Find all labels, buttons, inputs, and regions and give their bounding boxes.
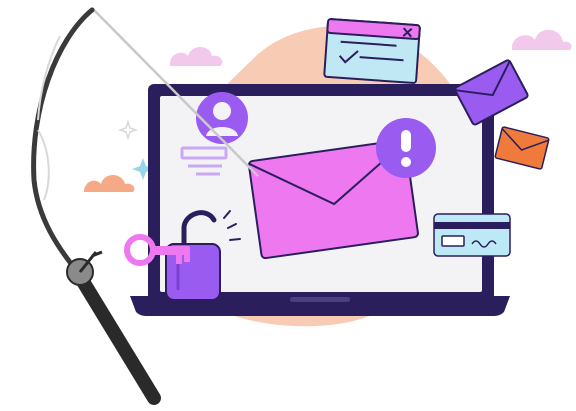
browser-window-icon bbox=[323, 18, 421, 84]
cloud-icon bbox=[84, 175, 135, 192]
user-avatar-icon bbox=[196, 92, 248, 144]
phishing-illustration bbox=[0, 0, 576, 411]
phishing-scene-svg bbox=[31, 7, 572, 405]
cloud-icon bbox=[512, 29, 572, 50]
cloud-icon bbox=[170, 47, 223, 66]
envelope-icon bbox=[494, 126, 550, 170]
fishing-rod-icon bbox=[31, 7, 161, 405]
credit-card-icon bbox=[433, 213, 511, 257]
sparkle-icon bbox=[117, 119, 139, 141]
alert-icon bbox=[376, 118, 436, 178]
